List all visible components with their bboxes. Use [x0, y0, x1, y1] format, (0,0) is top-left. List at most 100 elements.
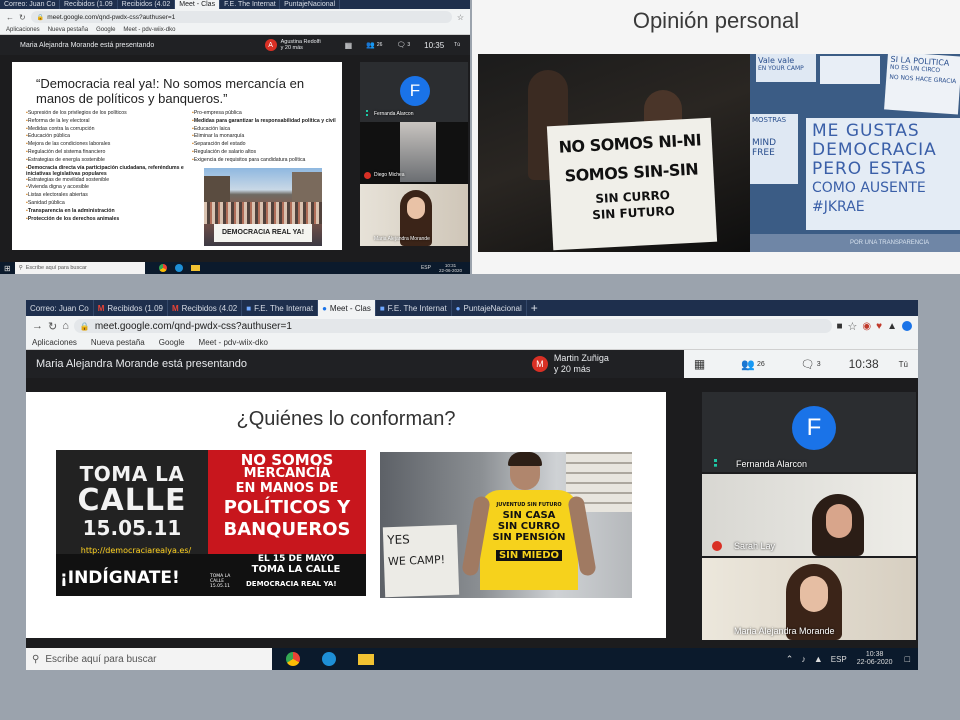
tl-host-avatar[interactable]: A — [264, 39, 277, 51]
poster-url: http://democraciarealya.es/ — [80, 546, 192, 555]
reload-icon[interactable]: ↻ — [48, 320, 57, 333]
b-clock: 10:38 — [848, 357, 879, 371]
yes-camp-sign: YES WE CAMP! — [382, 524, 460, 598]
protest-sign: NO SOMOS NI-NI SOMOS SIN-SIN SIN CURRO S… — [546, 117, 718, 251]
edge-icon[interactable] — [174, 264, 183, 272]
chat-icon[interactable]: 🗨 — [801, 358, 815, 371]
tl-tab[interactable]: Recibidos (4.02 — [118, 0, 176, 9]
list-item: Estrategias de movilidad sostenible — [26, 177, 186, 185]
tl-tile-name: Diego Michea — [374, 172, 405, 178]
b-bookmarks-bar: Aplicaciones Nueva pestaña Google Meet -… — [26, 336, 918, 350]
bookmark[interactable]: Google — [159, 338, 185, 347]
folder-icon[interactable] — [190, 265, 200, 271]
forward-icon[interactable]: → — [32, 320, 43, 332]
back-icon[interactable]: ← — [6, 13, 14, 22]
tl-tab-strip: Correo: Juan Co Recibidos (1.09 Recibido… — [0, 0, 470, 9]
note-card: POR UNA TRANSPARENCIA — [750, 234, 960, 252]
puzzle-icon[interactable]: ▲ — [887, 321, 897, 332]
network-icon[interactable]: ▲ — [814, 654, 823, 664]
tl-tile-fernanda[interactable]: F Fernanda Alarcon — [360, 62, 468, 122]
tl-taskbar-search[interactable]: ⚲ Escribe aquí para buscar — [14, 262, 145, 274]
note-card: MOSTRAS MIND FREE — [750, 114, 798, 184]
tl-slide: “Democracia real ya!: No somos mercancía… — [12, 62, 342, 250]
extension-icon[interactable]: ♥ — [876, 321, 882, 332]
b-tab[interactable]: M Recibidos (1.09 — [94, 300, 168, 316]
grid-icon[interactable]: ▦ — [345, 41, 353, 50]
bookmark[interactable]: Nueva pestaña — [91, 338, 145, 347]
notification-icon[interactable]: □ — [905, 654, 910, 664]
tl-host-name: Agustina Redolfi y 20 más — [280, 39, 321, 51]
chrome-icon[interactable] — [286, 652, 300, 666]
tl-tab[interactable]: PuntajeNacional — [280, 0, 341, 9]
new-tab-button[interactable]: + — [527, 300, 542, 316]
b-host-avatar[interactable]: M — [531, 356, 548, 372]
tl-presenting-text: Maria Alejandra Morande está presentando — [20, 41, 155, 49]
reload-icon[interactable]: ↻ — [19, 13, 26, 22]
b-url-bar[interactable]: 🔒 meet.google.com/qnd-pwdx-css?authuser=… — [73, 319, 832, 333]
b-tile-fernanda[interactable]: F Fernanda Alarcon — [702, 392, 916, 472]
b-chat-count: 3 — [816, 360, 821, 368]
list-item: Medidas contra la corrupción — [26, 126, 186, 134]
bookmark[interactable]: Meet - pdv-wiix-dko — [199, 338, 268, 347]
b-tab[interactable]: Correo: Juan Co — [26, 300, 94, 316]
b-tab[interactable]: ● PuntajeNacional — [452, 300, 527, 316]
poster-mini: TOMA LA CALLE 15.05.11 — [210, 574, 231, 589]
notes-wall-photo: Vale vale EN YOUR CAMP SI LA POLITICA NO… — [750, 54, 960, 252]
big-note-card: ME GUSTAS DEMOCRACIA PERO ESTAS COMO AUS… — [806, 118, 960, 230]
people-icon[interactable]: 👥 — [741, 358, 755, 371]
tl-tab[interactable]: Correo: Juan Co — [0, 0, 60, 9]
b-tile-maria[interactable]: Maria Alejandra Morande — [702, 558, 916, 640]
meet-icon: ● — [322, 303, 327, 313]
edge-icon[interactable] — [322, 652, 336, 666]
chat-icon[interactable]: 🗨 — [396, 41, 405, 49]
speaker-icon[interactable]: ♪ — [801, 654, 806, 664]
star-icon[interactable]: ☆ — [457, 13, 464, 22]
folder-icon[interactable] — [358, 653, 374, 665]
tray-chevron-icon[interactable]: ⌃ — [786, 654, 794, 665]
home-icon[interactable]: ⌂ — [62, 320, 69, 332]
profile-icon[interactable] — [902, 321, 912, 331]
bookmark[interactable]: Aplicaciones — [32, 338, 77, 347]
list-item: Regulación del sistema financiero — [26, 149, 186, 157]
grid-icon[interactable]: ▦ — [694, 357, 705, 371]
tab-label: Recibidos (1.09 — [107, 303, 163, 313]
tl-right-list: Pro-empresa pública Medidas para garanti… — [192, 110, 340, 165]
b-tile-sarah[interactable]: Sarah Lay — [702, 474, 916, 556]
list-item: Regulación de salario altos — [192, 149, 340, 157]
poster-text: MERCANCÍA — [243, 466, 331, 481]
camera-icon[interactable]: ■ — [837, 321, 843, 332]
b-tab[interactable]: ■ F.E. The Internat — [242, 300, 319, 316]
note-card: Vale vale EN YOUR CAMP — [756, 54, 816, 82]
tl-url-text: meet.google.com/qnd-pwdx-css?authuser=1 — [47, 13, 176, 21]
b-tab-meet[interactable]: ● Meet - Clas — [318, 300, 376, 316]
tl-clock: 10:35 — [424, 40, 445, 50]
extension-icon[interactable]: ◉ — [862, 321, 871, 332]
tab-label: PuntajeNacional — [463, 303, 522, 313]
bookmark[interactable]: Meet - pdv-wiix-dko — [123, 27, 175, 33]
windows-icon[interactable]: ⊞ — [4, 264, 11, 273]
tl-tab-meet[interactable]: Meet - Clas — [175, 0, 221, 9]
note-line: PERO ESTAS — [812, 159, 927, 179]
b-search-placeholder: Escribe aquí para buscar — [45, 653, 157, 665]
tl-tab[interactable]: F.E. The Internat — [220, 0, 281, 9]
people-icon[interactable]: 👥 — [366, 41, 375, 49]
tl-slide-title: “Democracia real ya!: No somos mercancía… — [36, 76, 305, 106]
tl-tab[interactable]: Recibidos (1.09 — [60, 0, 118, 9]
b-meet-header: Maria Alejandra Morande está presentando… — [26, 350, 918, 378]
shirt-text: JUVENTUD SIN FUTURO — [496, 502, 562, 508]
tl-url-bar[interactable]: 🔒 meet.google.com/qnd-pwdx-css?authuser=… — [30, 11, 452, 23]
opinion-title: Opinión personal — [632, 8, 800, 33]
tl-tile-diego[interactable]: Diego Michea — [360, 122, 468, 184]
bookmark[interactable]: Google — [96, 27, 115, 33]
b-taskbar-search[interactable]: ⚲ Escribe aquí para buscar — [26, 648, 272, 670]
protester-hair — [508, 452, 542, 466]
list-item: Educación laica — [192, 126, 340, 134]
chrome-icon[interactable] — [158, 264, 167, 272]
note-text: MOSTRAS — [752, 116, 787, 124]
b-tab[interactable]: ■ F.E. The Internat — [376, 300, 452, 316]
b-tab[interactable]: M Recibidos (4.02 — [168, 300, 243, 316]
star-icon[interactable]: ☆ — [848, 320, 858, 333]
bookmark[interactable]: Nueva pestaña — [48, 27, 88, 33]
bookmark[interactable]: Aplicaciones — [6, 27, 40, 33]
tl-tile-maria[interactable]: Maria Alejandra Morande — [360, 184, 468, 246]
